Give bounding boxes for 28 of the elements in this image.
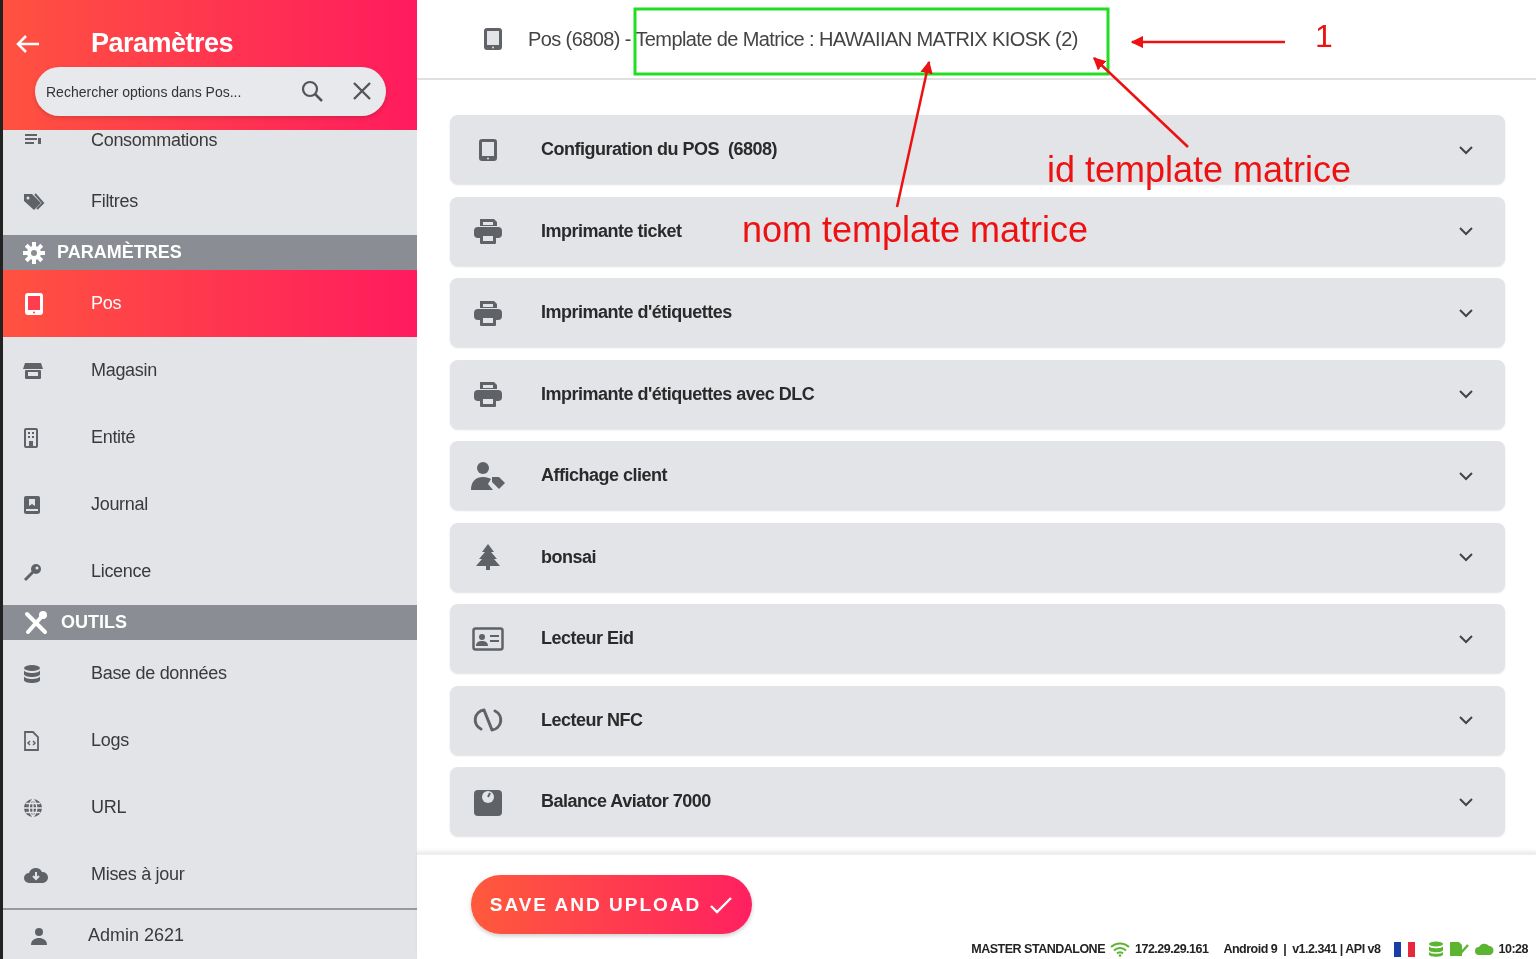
sidebar-item[interactable]: Logs	[3, 707, 417, 774]
sidebar-item[interactable]: Consommations	[3, 130, 417, 168]
user-name: Admin 2621	[88, 925, 185, 946]
search-field[interactable]: Rechercher options dans Pos...	[35, 67, 386, 116]
sidebar-title: Paramètres	[91, 28, 234, 59]
mode-label: MASTER STANDALONE	[971, 942, 1105, 956]
section-title: OUTILS	[61, 612, 127, 633]
sidebar-item[interactable]: Mises à jour	[3, 841, 417, 908]
accordion-panel[interactable]: Lecteur NFC	[450, 685, 1505, 755]
accordion-panel[interactable]: bonsai	[450, 522, 1505, 592]
version-info: Android 9 | v1.2.341 | API v8	[1223, 942, 1381, 956]
annotation-number: 1	[1315, 20, 1333, 52]
sidebar-item[interactable]: Licence	[3, 538, 417, 605]
accordion-panel[interactable]: Imprimante d'étiquettes avec DLC	[450, 359, 1505, 429]
accordion-panel[interactable]: Lecteur Eid	[450, 604, 1505, 673]
sidebar-item[interactable]: URL	[3, 774, 417, 841]
sidebar-item[interactable]: Entité	[3, 404, 417, 471]
accordion-panel[interactable]: Affichage client	[450, 441, 1505, 510]
ip-address: 172.29.29.161	[1135, 942, 1209, 956]
section-title: PARAMÈTRES	[57, 242, 182, 263]
accordion-panel[interactable]: Balance Aviator 7000	[450, 767, 1505, 836]
clock-time: 10:28	[1498, 942, 1528, 956]
accordion-panel[interactable]: Imprimante d'étiquettes	[450, 278, 1505, 347]
sidebar-item[interactable]: Journal	[3, 471, 417, 538]
sidebar-item[interactable]: Base de données	[3, 640, 417, 707]
annotation-label: nom template matrice	[742, 212, 1089, 248]
sidebar-item[interactable]: Filtres	[3, 168, 417, 235]
sidebar-item[interactable]: Magasin	[3, 337, 417, 404]
